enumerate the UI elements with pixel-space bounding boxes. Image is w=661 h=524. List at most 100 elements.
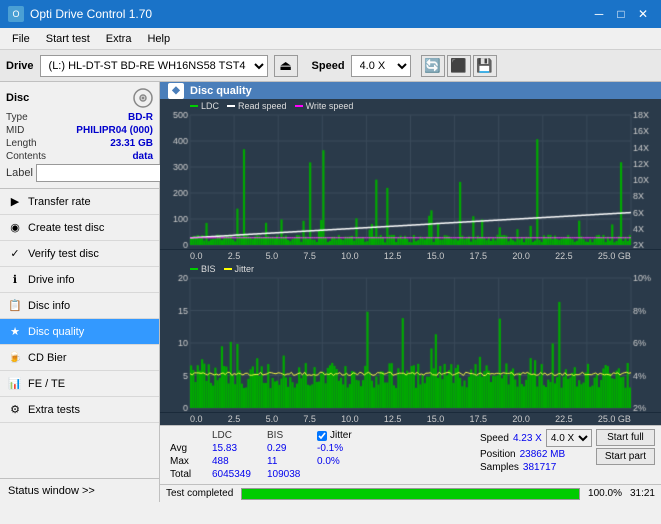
bottom-status-bar: Test completed 100.0% 31:21: [160, 484, 661, 502]
speed-stat-value: 4.23 X: [513, 433, 542, 444]
menu-extra[interactable]: Extra: [98, 31, 140, 47]
sidebar-item-verify-test-disc[interactable]: ✓ Verify test disc: [0, 241, 159, 267]
minimize-button[interactable]: ─: [589, 5, 609, 23]
status-window-button[interactable]: Status window >>: [0, 478, 159, 502]
jitter-checkbox[interactable]: [317, 431, 327, 441]
bis-axis-0: 0.0: [190, 414, 203, 424]
ldc-axis-200: 20.0: [512, 251, 530, 261]
max-jitter: 0.0%: [313, 455, 403, 468]
disc-mid-row: MID PHILIPR04 (000): [6, 125, 153, 136]
drive-select[interactable]: (L:) HL-DT-ST BD-RE WH16NS58 TST4: [40, 55, 268, 77]
bis-chart-container: BIS Jitter: [160, 262, 661, 413]
ldc-axis-175: 17.5: [470, 251, 488, 261]
ldc-legend: LDC Read speed Write speed: [190, 101, 353, 111]
max-label: Max: [166, 455, 208, 468]
progress-bar: [242, 489, 579, 499]
sidebar-item-disc-quality[interactable]: ★ Disc quality: [0, 319, 159, 345]
bis-legend-jitter: Jitter: [224, 264, 255, 274]
start-full-button[interactable]: Start full: [596, 429, 655, 446]
sidebar-item-disc-info[interactable]: 📋 Disc info: [0, 293, 159, 319]
status-time: 31:21: [630, 488, 655, 499]
sidebar: Disc Type BD-R MID PHILIPR04 (000) Leng: [0, 82, 160, 502]
disc-type-key: Type: [6, 112, 28, 123]
disc-contents-val: data: [132, 151, 153, 162]
cd-bier-label: CD Bier: [28, 352, 67, 364]
close-button[interactable]: ✕: [633, 5, 653, 23]
read-color-dot: [227, 105, 235, 107]
ldc-axis-25: 2.5: [228, 251, 241, 261]
ldc-axis-150: 15.0: [427, 251, 445, 261]
bis-canvas: [160, 262, 661, 412]
extra-tests-label: Extra tests: [28, 404, 80, 416]
bis-color-dot: [190, 268, 198, 270]
eject-button[interactable]: ⏏: [274, 55, 298, 77]
fe-te-icon: 📊: [8, 377, 22, 391]
bis-axis-25: 2.5: [228, 414, 241, 424]
write-color-dot: [295, 105, 303, 107]
drive-icon-btn-1[interactable]: 🔄: [421, 55, 445, 77]
sidebar-item-create-test-disc[interactable]: ◉ Create test disc: [0, 215, 159, 241]
drive-info-icon: ℹ: [8, 273, 22, 287]
title-bar-left: O Opti Drive Control 1.70: [8, 6, 152, 22]
ldc-legend-write: Write speed: [295, 101, 354, 111]
disc-length-row: Length 23.31 GB: [6, 138, 153, 149]
label-row: Label ✎: [6, 164, 153, 182]
disc-type-val: BD-R: [128, 112, 153, 123]
extra-tests-icon: ⚙: [8, 403, 22, 417]
verify-test-disc-icon: ✓: [8, 247, 22, 261]
fe-te-label: FE / TE: [28, 378, 65, 390]
bis-axis-200: 20.0: [512, 414, 530, 424]
ldc-canvas: [160, 99, 661, 249]
sidebar-item-cd-bier[interactable]: 🍺 CD Bier: [0, 345, 159, 371]
ldc-axis-225: 22.5: [555, 251, 573, 261]
status-window-label: Status window >>: [8, 485, 95, 497]
position-row: Position 23862 MB: [480, 449, 592, 460]
disc-quality-title: Disc quality: [190, 85, 252, 97]
ldc-chart-container: LDC Read speed Write speed: [160, 99, 661, 250]
sidebar-item-fe-te[interactable]: 📊 FE / TE: [0, 371, 159, 397]
create-test-disc-icon: ◉: [8, 221, 22, 235]
disc-quality-label: Disc quality: [28, 326, 84, 338]
stats-empty-header: [166, 429, 208, 442]
disc-mid-key: MID: [6, 125, 24, 136]
maximize-button[interactable]: □: [611, 5, 631, 23]
avg-jitter: -0.1%: [313, 442, 403, 455]
speed-select[interactable]: 4.0 X: [351, 55, 411, 77]
drive-icon-btn-3[interactable]: 💾: [473, 55, 497, 77]
drive-bar: Drive (L:) HL-DT-ST BD-RE WH16NS58 TST4 …: [0, 50, 661, 82]
menu-start-test[interactable]: Start test: [38, 31, 98, 47]
jitter-checkbox-label: Jitter: [330, 430, 352, 441]
max-bis: 11: [263, 455, 313, 468]
position-value: 23862 MB: [520, 449, 566, 460]
menu-help[interactable]: Help: [139, 31, 178, 47]
progress-bar-container: [241, 488, 580, 500]
main-layout: Disc Type BD-R MID PHILIPR04 (000) Leng: [0, 82, 661, 502]
bis-legend: BIS Jitter: [190, 264, 254, 274]
drive-icon-btn-2[interactable]: ⬛: [447, 55, 471, 77]
label-input[interactable]: [36, 164, 174, 182]
jitter-checkbox-row: Jitter: [313, 429, 403, 442]
menu-file[interactable]: File: [4, 31, 38, 47]
sidebar-item-extra-tests[interactable]: ⚙ Extra tests: [0, 397, 159, 423]
disc-quality-header: ◆ Disc quality: [160, 82, 661, 99]
stats-bis-header: BIS: [263, 429, 313, 442]
bis-legend-label: BIS: [201, 264, 216, 274]
sidebar-item-transfer-rate[interactable]: ▶ Transfer rate: [0, 189, 159, 215]
ldc-legend-read: Read speed: [227, 101, 287, 111]
read-legend-label: Read speed: [238, 101, 287, 111]
cd-bier-icon: 🍺: [8, 351, 22, 365]
bis-legend-bis: BIS: [190, 264, 216, 274]
ldc-bottom-axis: 0.0 2.5 5.0 7.5 10.0 12.5 15.0 17.5 20.0…: [160, 250, 661, 262]
disc-length-key: Length: [6, 138, 37, 149]
start-part-button[interactable]: Start part: [596, 448, 655, 465]
sidebar-item-drive-info[interactable]: ℹ Drive info: [0, 267, 159, 293]
bis-axis-75: 7.5: [303, 414, 316, 424]
disc-length-val: 23.31 GB: [110, 138, 153, 149]
right-stats: Speed 4.23 X 4.0 X Position 23862 MB Sam…: [480, 429, 592, 473]
jitter-legend-label: Jitter: [235, 264, 255, 274]
max-ldc: 488: [208, 455, 263, 468]
disc-label-key: Label: [6, 167, 33, 179]
disc-info-icon: 📋: [8, 299, 22, 313]
speed-select-stats[interactable]: 4.0 X: [546, 429, 592, 447]
ldc-color-dot: [190, 105, 198, 107]
